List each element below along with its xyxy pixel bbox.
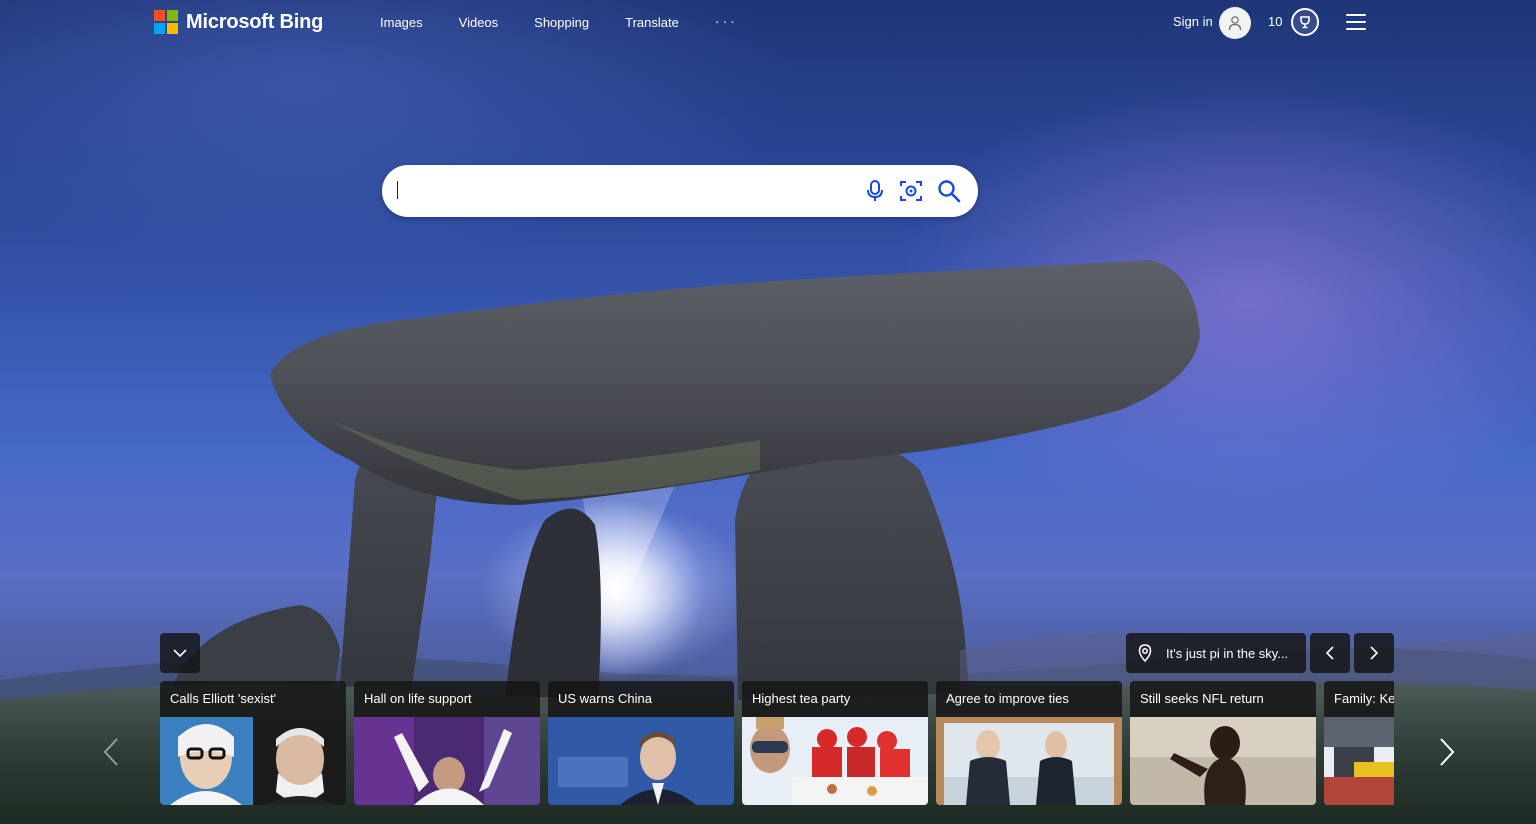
location-pin-icon — [1138, 644, 1158, 662]
news-card-title: Highest tea party — [752, 691, 851, 706]
search-icon[interactable] — [936, 178, 962, 204]
nav-more-button[interactable]: ··· — [715, 14, 738, 30]
news-card[interactable]: Highest tea party — [742, 681, 928, 805]
chevron-left-icon — [1325, 646, 1334, 660]
top-nav: Images Videos Shopping Translate ··· — [380, 14, 774, 30]
news-card-image — [1324, 717, 1394, 805]
rewards-points[interactable]: 10 — [1268, 14, 1282, 29]
news-card-title: Hall on life support — [364, 691, 472, 706]
microphone-icon[interactable] — [862, 178, 888, 204]
search-input[interactable] — [398, 177, 842, 207]
nav-images[interactable]: Images — [380, 16, 423, 30]
bing-logo[interactable]: Microsoft Bing — [154, 10, 323, 34]
visual-search-icon[interactable] — [898, 178, 924, 204]
news-card-title: Agree to improve ties — [946, 691, 1069, 706]
news-card-title: US warns China — [558, 691, 652, 706]
hamburger-menu-icon[interactable] — [1346, 14, 1366, 30]
nav-videos[interactable]: Videos — [459, 16, 499, 30]
chevron-down-icon — [173, 649, 187, 658]
news-card-image — [354, 717, 540, 805]
chevron-left-icon — [103, 738, 118, 766]
news-card-title: Calls Elliott 'sexist' — [170, 691, 277, 706]
collapse-feed-button[interactable] — [160, 633, 200, 673]
chevron-right-icon — [1370, 646, 1379, 660]
news-card-title: Family: Ke — [1334, 691, 1394, 706]
homepage-background: Microsoft Bing Images Videos Shopping Tr… — [0, 0, 1536, 824]
rewards-trophy-icon[interactable] — [1291, 8, 1319, 36]
previous-image-button[interactable] — [1310, 633, 1350, 673]
news-card[interactable]: Family: Ke — [1324, 681, 1394, 805]
news-card-image — [160, 717, 346, 805]
user-icon[interactable] — [1219, 7, 1251, 39]
news-prev-arrow[interactable] — [100, 736, 122, 768]
news-next-arrow[interactable] — [1436, 736, 1458, 768]
news-card[interactable]: Calls Elliott 'sexist' — [160, 681, 346, 805]
news-card-image — [1130, 717, 1316, 805]
news-card[interactable]: Agree to improve ties — [936, 681, 1122, 805]
microsoft-logo-icon — [154, 10, 178, 34]
nav-translate[interactable]: Translate — [625, 16, 679, 30]
news-card[interactable]: US warns China — [548, 681, 734, 805]
nav-shopping[interactable]: Shopping — [534, 16, 589, 30]
brand-name: Microsoft Bing — [186, 10, 324, 33]
image-caption: It's just pi in the sky... — [1166, 645, 1289, 661]
news-card-image — [548, 717, 734, 805]
news-card-title: Still seeks NFL return — [1140, 691, 1264, 706]
news-card[interactable]: Hall on life support — [354, 681, 540, 805]
news-carousel: Calls Elliott 'sexist' Hall on life supp… — [160, 681, 1394, 805]
text-caret — [397, 181, 398, 199]
signin-link[interactable]: Sign in — [1173, 14, 1213, 29]
chevron-right-icon — [1440, 738, 1455, 766]
search-box — [382, 165, 978, 217]
next-image-button[interactable] — [1354, 633, 1394, 673]
image-info-button[interactable]: It's just pi in the sky... — [1126, 633, 1306, 673]
news-card[interactable]: Still seeks NFL return — [1130, 681, 1316, 805]
news-card-image — [742, 717, 928, 805]
news-card-image — [936, 717, 1122, 805]
